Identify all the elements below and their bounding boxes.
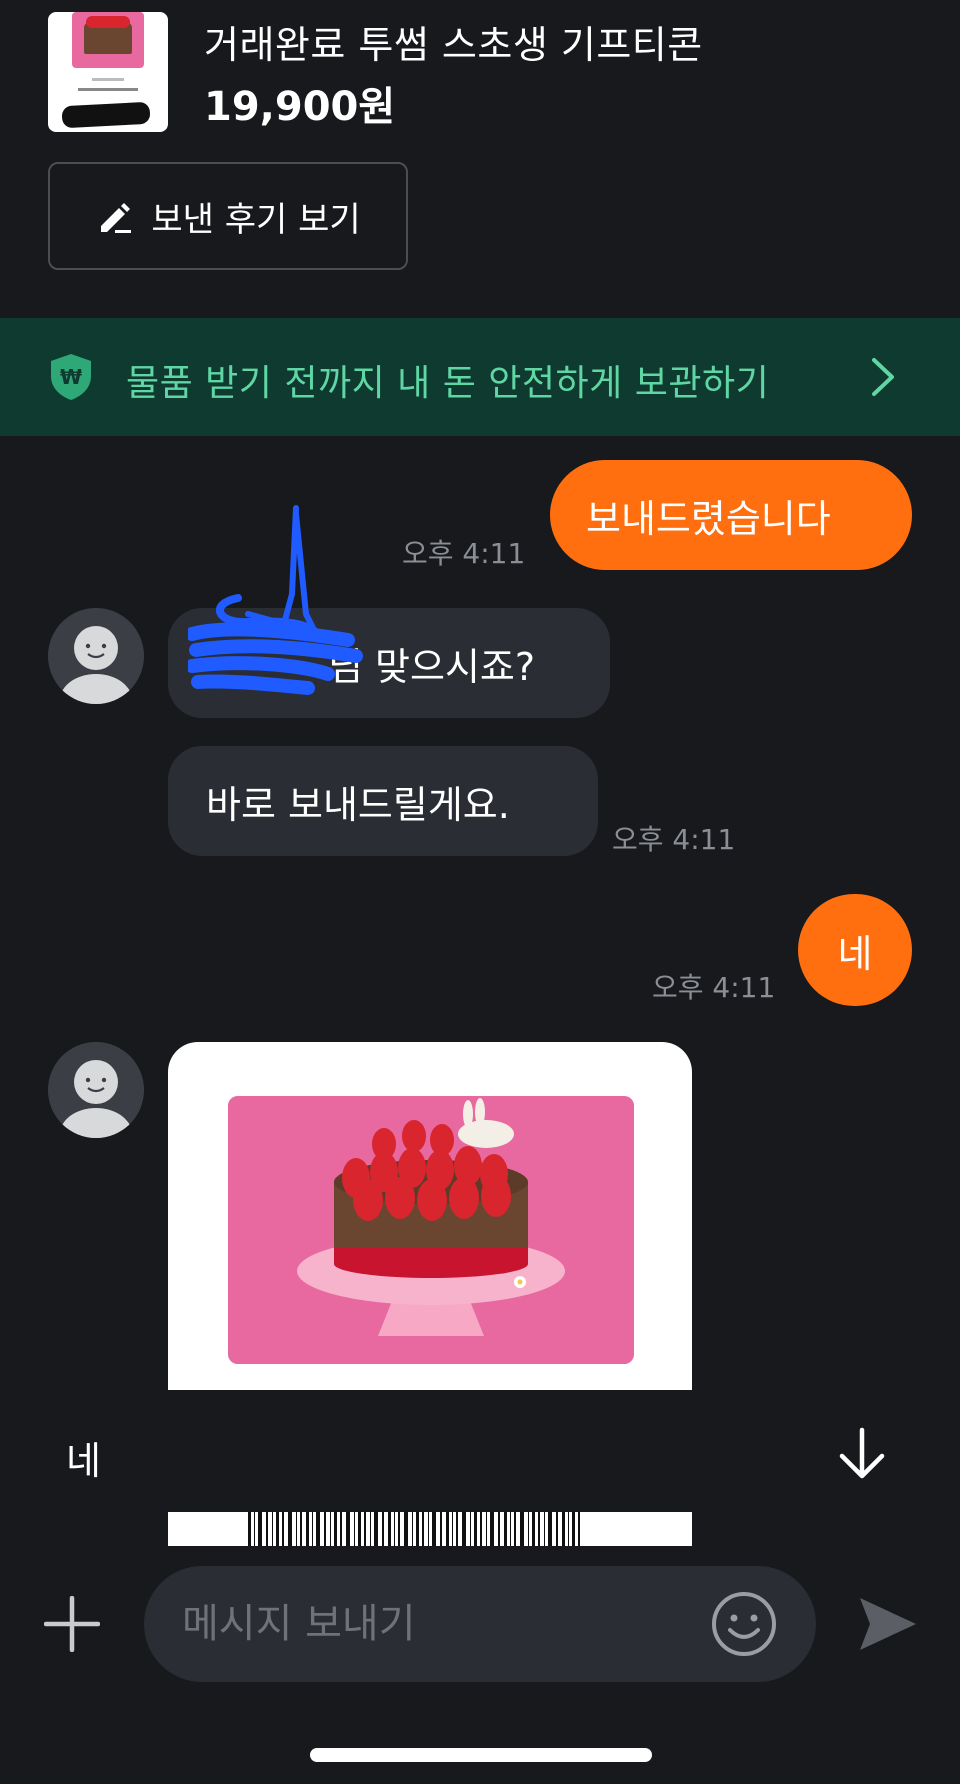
- thumbnail-text-line: [78, 88, 138, 91]
- svg-text:₩: ₩: [60, 365, 82, 389]
- shield-won-icon: ₩: [48, 352, 94, 402]
- thumbnail-text-line: [92, 78, 124, 81]
- gifticon-image-message[interactable]: [168, 1042, 692, 1390]
- barcode: [168, 1512, 692, 1546]
- message-time: 오후 4:11: [652, 971, 776, 1004]
- product-price: 19,900원: [204, 84, 396, 130]
- pencil-icon: [95, 196, 135, 236]
- message-text: 네: [837, 931, 873, 976]
- avatar[interactable]: [48, 1042, 144, 1138]
- review-button-label: 보낸 후기 보기: [151, 199, 361, 240]
- smiley-icon[interactable]: [710, 1590, 778, 1658]
- home-indicator[interactable]: [310, 1748, 652, 1762]
- plus-icon[interactable]: [43, 1595, 101, 1653]
- cake-image: [228, 1096, 634, 1364]
- redaction-scribble: [61, 101, 151, 129]
- message-bubble-me[interactable]: 보내드렸습니다: [550, 460, 912, 570]
- safe-payment-banner[interactable]: ₩ 물품 받기 전까지 내 돈 안전하게 보관하기: [0, 318, 960, 436]
- message-text: 바로 보내드릴게요.: [206, 782, 510, 827]
- message-bubble-me[interactable]: 네: [798, 894, 912, 1006]
- arrow-down-icon[interactable]: [834, 1424, 890, 1484]
- avatar[interactable]: [48, 608, 144, 704]
- send-icon[interactable]: [856, 1594, 920, 1654]
- redaction-scribble: [188, 505, 363, 695]
- message-time: 오후 4:11: [612, 823, 736, 856]
- message-time: 오후 4:11: [402, 537, 526, 570]
- thumbnail-berries: [86, 16, 130, 28]
- chevron-right-icon: [868, 352, 900, 402]
- product-thumbnail[interactable]: [48, 12, 168, 132]
- quick-reply-bar[interactable]: 네: [30, 1402, 920, 1506]
- quick-reply-text: 네: [66, 1439, 101, 1483]
- message-text: 보내드렸습니다: [586, 496, 831, 541]
- product-title: 거래완료 투썸 스초생 기프티콘: [204, 23, 703, 67]
- view-review-button[interactable]: 보낸 후기 보기: [48, 162, 408, 270]
- message-bubble-other[interactable]: 바로 보내드릴게요.: [168, 746, 598, 856]
- banner-text: 물품 받기 전까지 내 돈 안전하게 보관하기: [126, 363, 770, 404]
